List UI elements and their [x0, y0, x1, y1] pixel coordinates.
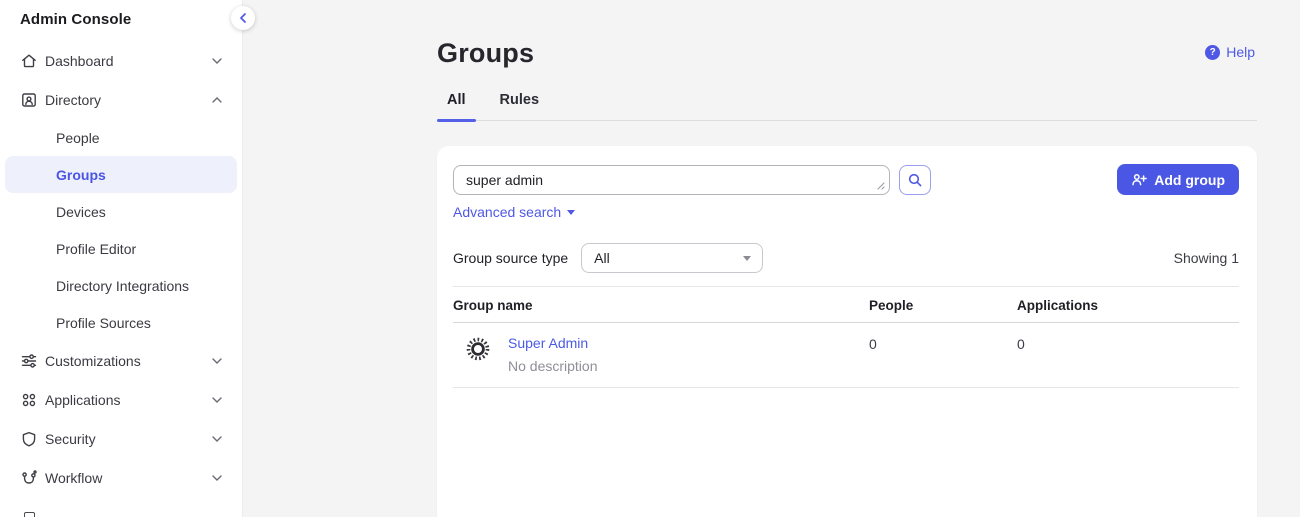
sidebar-item-profile-editor[interactable]: Profile Editor	[5, 230, 237, 267]
sidebar-item-dashboard[interactable]: Dashboard	[0, 41, 242, 80]
filter-row: Group source type All Showing 1	[453, 243, 1239, 273]
resize-handle-icon[interactable]	[876, 181, 885, 190]
sidebar-item-groups[interactable]: Groups	[5, 156, 237, 193]
page-header: Groups ? Help	[437, 0, 1257, 69]
tab-bar: All Rules	[437, 92, 1257, 121]
sidebar-item-customizations[interactable]: Customizations	[0, 341, 242, 380]
add-group-label: Add group	[1154, 172, 1225, 188]
sidebar-item-label: Applications	[45, 392, 121, 408]
sidebar-item-label: Security	[45, 431, 96, 447]
caret-down-icon	[743, 256, 751, 261]
group-search-input[interactable]: super admin	[453, 165, 890, 195]
sidebar-item-security[interactable]: Security	[0, 419, 242, 458]
chevron-up-icon	[212, 97, 222, 103]
help-label: Help	[1226, 44, 1255, 60]
sidebar: Admin Console Dashboard Directory	[0, 0, 243, 517]
app-title: Admin Console	[0, 0, 242, 28]
selected-option: All	[594, 250, 610, 266]
directory-badge-icon	[20, 91, 38, 109]
apps-grid-icon	[20, 391, 38, 409]
caret-down-icon	[567, 210, 575, 215]
sidebar-item-label: Workflow	[45, 470, 102, 486]
groups-card: super admin Add group	[437, 146, 1257, 517]
group-name-link[interactable]: Super Admin	[508, 335, 588, 351]
sidebar-item-applications[interactable]: Applications	[0, 380, 242, 419]
sidebar-item-people[interactable]: People	[5, 119, 237, 156]
sliders-icon	[20, 352, 38, 370]
search-toolbar: super admin Add group	[453, 164, 1239, 195]
group-source-type-label: Group source type	[453, 250, 568, 266]
sidebar-collapse-button[interactable]	[231, 6, 255, 30]
people-count: 0	[869, 336, 1017, 352]
sidebar-item-label: Directory	[45, 92, 101, 108]
admin-console-app: Admin Console Dashboard Directory	[0, 0, 1300, 517]
group-sunburst-icon	[464, 335, 492, 363]
add-user-icon	[1131, 172, 1147, 187]
group-description: No description	[508, 358, 598, 374]
sidebar-item-label: Customizations	[45, 353, 141, 369]
help-link[interactable]: ? Help	[1205, 44, 1255, 60]
tab-all[interactable]: All	[437, 92, 476, 120]
chevron-down-icon	[212, 358, 222, 364]
group-source-type-select[interactable]: All	[581, 243, 763, 273]
main-content: Groups ? Help All Rules super admin	[437, 0, 1257, 517]
applications-count: 0	[1017, 336, 1239, 352]
table-row: Super Admin No description 0 0	[453, 323, 1239, 388]
chevron-down-icon	[212, 58, 222, 64]
help-icon: ?	[1205, 45, 1220, 60]
workflow-icon	[20, 469, 38, 487]
sidebar-item-profile-sources[interactable]: Profile Sources	[5, 304, 237, 341]
add-group-button[interactable]: Add group	[1117, 164, 1239, 195]
chevron-down-icon	[212, 397, 222, 403]
page-title: Groups	[437, 38, 1257, 69]
shield-icon	[20, 430, 38, 448]
tab-rules[interactable]: Rules	[490, 92, 550, 120]
chevron-left-icon	[239, 13, 247, 23]
column-group-name: Group name	[453, 298, 869, 313]
advanced-search-link[interactable]: Advanced search	[453, 204, 575, 220]
search-icon	[907, 172, 923, 188]
chevron-down-icon	[212, 475, 222, 481]
reports-icon	[24, 512, 35, 517]
search-input-wrap: super admin	[453, 165, 890, 195]
column-people: People	[869, 298, 1017, 313]
chevron-down-icon	[212, 436, 222, 442]
sidebar-item-directory-integrations[interactable]: Directory Integrations	[5, 267, 237, 304]
group-text: Super Admin No description	[508, 334, 598, 374]
sidebar-item-devices[interactable]: Devices	[5, 193, 237, 230]
search-button[interactable]	[899, 165, 931, 195]
sidebar-item-directory[interactable]: Directory	[0, 80, 242, 119]
sidebar-item-workflow[interactable]: Workflow	[0, 458, 242, 497]
column-applications: Applications	[1017, 298, 1239, 313]
sidebar-nav: Dashboard Directory People Groups Device…	[0, 41, 242, 497]
advanced-search-label: Advanced search	[453, 204, 561, 220]
home-icon	[20, 52, 38, 70]
sidebar-item-label: Dashboard	[45, 53, 114, 69]
showing-count: Showing 1	[1174, 250, 1239, 266]
group-name-cell: Super Admin No description	[453, 334, 869, 374]
directory-submenu: People Groups Devices Profile Editor Dir…	[0, 119, 242, 341]
table-header: Group name People Applications	[453, 287, 1239, 323]
